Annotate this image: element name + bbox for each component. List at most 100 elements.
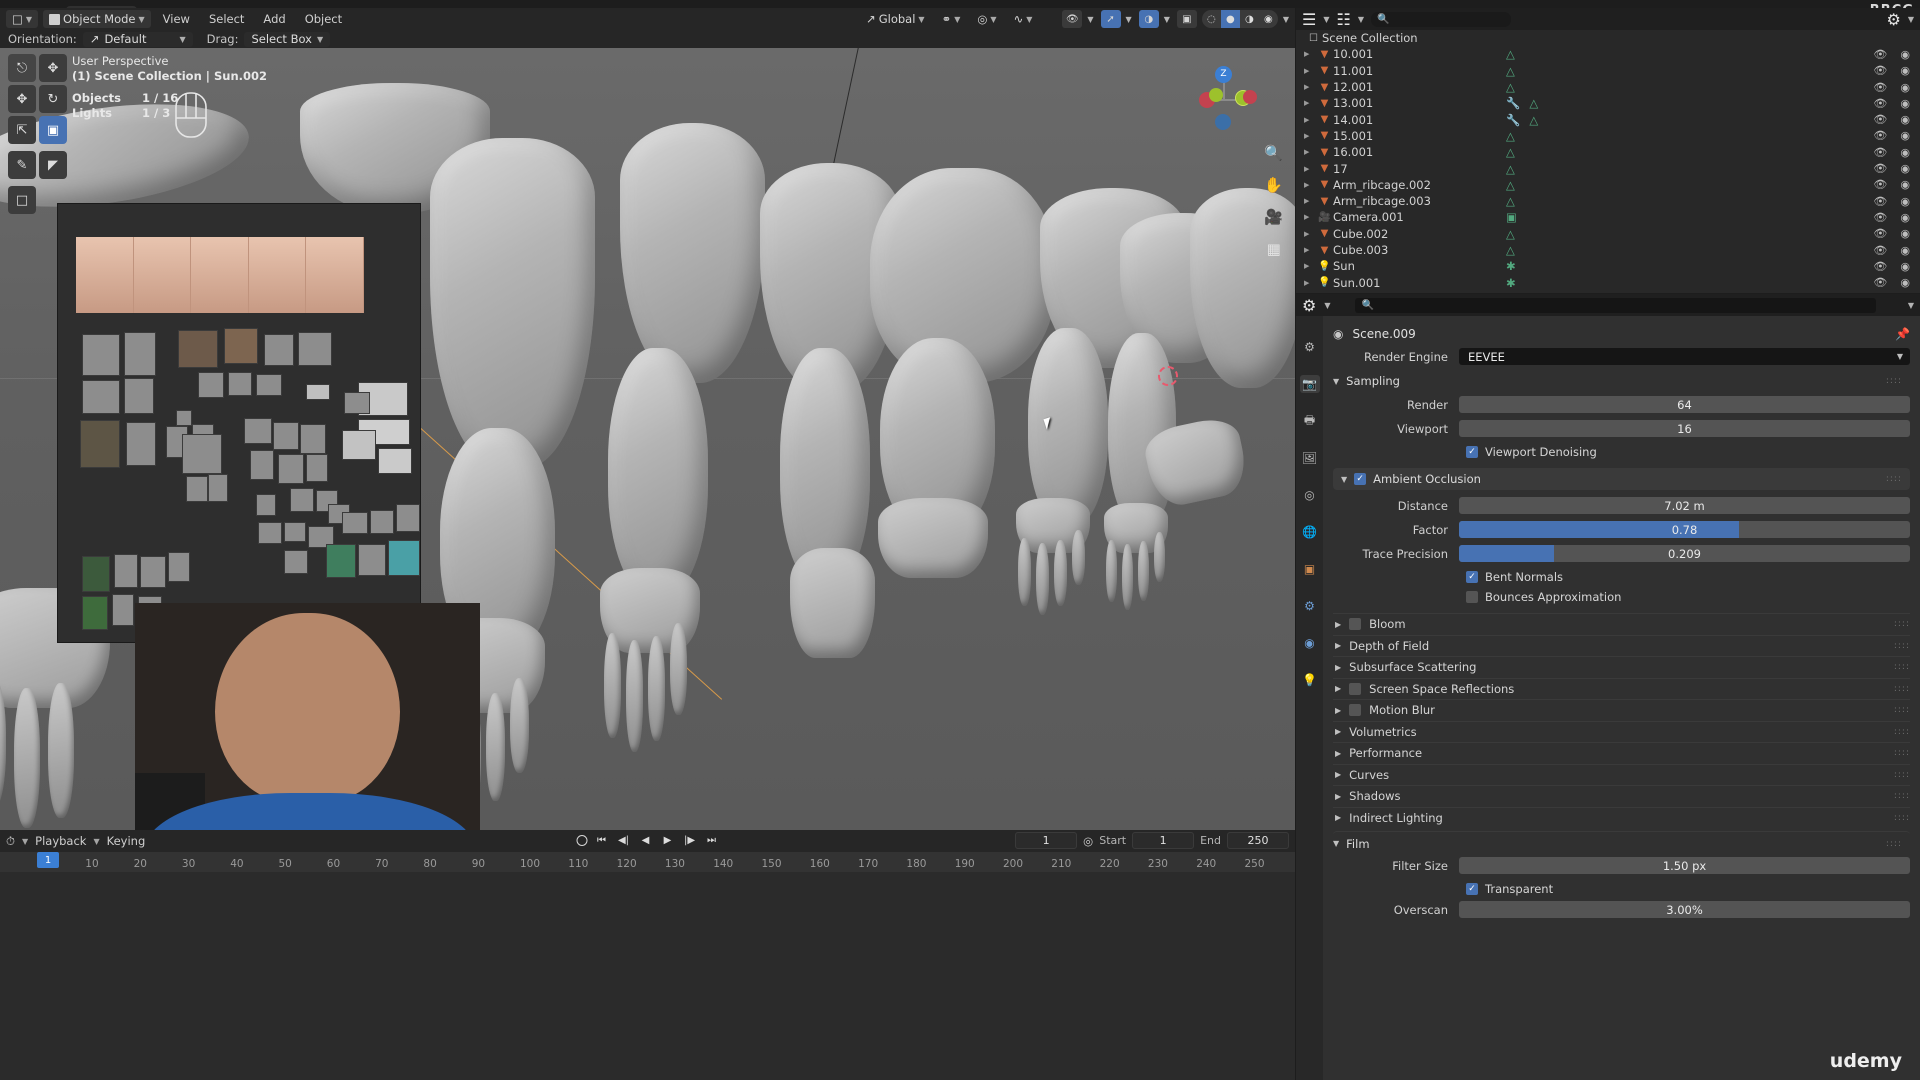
tool-measure[interactable]: ◤ [39,151,67,179]
current-frame-field[interactable]: 1 [1015,832,1078,849]
camera-render-icon[interactable]: ◉ [1900,162,1910,175]
mesh-data-icon[interactable]: △ [1506,47,1515,61]
expand-arrow-icon[interactable]: ▶ [1304,132,1317,140]
bounces-approximation-row[interactable]: Bounces Approximation [1333,587,1910,607]
gizmo-toggle[interactable]: ➚ [1100,10,1121,28]
bent-normals-row[interactable]: ✓ Bent Normals [1333,567,1910,587]
panel-performance[interactable]: ▶ Performance:::: [1333,742,1910,764]
outliner-item-13-001[interactable]: ▶ ▼ 13.001 🔧 △ 👁 ◉ [1296,95,1920,111]
camera-render-icon[interactable]: ◉ [1900,195,1910,208]
overlays-toggle[interactable]: ◑ [1138,10,1159,28]
object-mode-selector[interactable]: Object Mode ▼ [43,10,151,28]
navigation-gizmo[interactable]: Z [1191,66,1257,132]
camera-render-icon[interactable]: ◉ [1900,276,1910,289]
menu-select[interactable]: Select [202,12,251,26]
film-transparent-checkbox[interactable]: ✓ [1466,883,1478,895]
eye-icon[interactable]: 👁 [1873,129,1887,142]
panel-curves[interactable]: ▶ Curves:::: [1333,763,1910,786]
tab-render[interactable]: 📷 [1299,375,1320,393]
mesh-data-icon[interactable]: △ [1529,96,1538,110]
tool-scale[interactable]: ⇱ [8,116,36,144]
camera-render-icon[interactable]: ◉ [1900,97,1910,110]
ambient-occlusion-panel-header[interactable]: ▼ ✓ Ambient Occlusion :::: [1333,468,1910,490]
transform-orientation-selector[interactable]: ↗ Global ▼ [860,10,930,28]
expand-arrow-icon[interactable]: ▶ [1304,148,1317,156]
gizmo-axis-z[interactable]: Z [1215,66,1232,83]
jump-to-start-button[interactable]: ⏮ [594,832,609,849]
eye-icon[interactable]: 👁 [1873,162,1887,175]
eye-icon[interactable]: 👁 [1873,227,1887,240]
shading-solid[interactable]: ● [1220,10,1240,28]
expand-arrow-icon[interactable]: ▶ [1304,230,1317,238]
mesh-data-icon[interactable]: △ [1529,113,1538,127]
camera-render-icon[interactable]: ◉ [1900,81,1910,94]
eye-icon[interactable]: 👁 [1873,260,1887,273]
expand-arrow-icon[interactable]: ▶ [1304,83,1317,91]
expand-arrow-icon[interactable]: ▶ [1304,279,1317,287]
play-button[interactable]: ▶ [660,832,675,849]
end-frame-field[interactable]: 250 [1227,832,1289,849]
timeline-editor-icon[interactable]: ⏱ [6,834,15,849]
ao-trace-precision-slider[interactable]: 0.209 [1459,545,1910,562]
mesh-data-icon[interactable]: △ [1506,80,1515,94]
outliner-item-16-001[interactable]: ▶ ▼ 16.001 △ 👁 ◉ [1296,144,1920,160]
drag-dropdown[interactable]: Select Box ▼ [244,31,331,47]
ambient-occlusion-checkbox[interactable]: ✓ [1354,473,1367,485]
outliner-item-cube-002[interactable]: ▶ ▼ Cube.002 △ 👁 ◉ [1296,226,1920,242]
tab-view-layer[interactable]: 🖼 [1300,449,1320,467]
prev-keyframe-button[interactable]: ◀| [616,832,631,849]
mesh-data-icon[interactable]: △ [1506,194,1515,208]
keyframe-icon[interactable]: ◎ [1083,834,1093,848]
eye-icon[interactable]: 👁 [1873,48,1887,61]
pin-icon[interactable]: 📌 [1895,327,1910,341]
outliner-item-sun-001[interactable]: ▶ 💡 Sun.001 ✱ 👁 ◉ [1296,274,1920,290]
xray-toggle[interactable]: ▣ [1176,10,1197,28]
shading-wireframe[interactable]: ◌ [1202,10,1221,28]
film-transparent-row[interactable]: ✓ Transparent [1333,879,1910,899]
orientation-dropdown[interactable]: ↗ Default ▼ [82,31,193,47]
outliner-search-input[interactable]: 🔍 [1371,11,1511,27]
tool-add-cube[interactable]: □ [8,186,36,214]
3d-viewport[interactable]: User Perspective (1) Scene Collection | … [0,48,1295,830]
outliner-item-cube-003[interactable]: ▶ ▼ Cube.003 △ 👁 ◉ [1296,242,1920,258]
expand-arrow-icon[interactable]: ▶ [1304,197,1317,205]
camera-data-icon[interactable]: ▣ [1506,210,1517,224]
tool-annotate[interactable]: ✎ [8,151,36,179]
shading-rendered[interactable]: ◉ [1259,10,1278,28]
camera-render-icon[interactable]: ◉ [1900,227,1910,240]
ao-distance-field[interactable]: 7.02 m [1459,497,1910,514]
gizmo-axis-z-neg[interactable] [1215,114,1231,130]
outliner-item-arm_ribcage-002[interactable]: ▶ ▼ Arm_ribcage.002 △ 👁 ◉ [1296,177,1920,193]
play-reverse-button[interactable]: ◀ [638,832,653,849]
camera-render-icon[interactable]: ◉ [1900,211,1910,224]
viewport-denoising-row[interactable]: ✓ Viewport Denoising [1333,442,1910,462]
camera-render-icon[interactable]: ◉ [1900,146,1910,159]
eye-icon[interactable]: 👁 [1873,81,1887,94]
jump-to-end-button[interactable]: ⏭ [704,832,719,849]
film-panel-header[interactable]: ▼ Film :::: [1333,831,1910,853]
light-data-icon[interactable]: ✱ [1506,276,1516,290]
outliner-item-17[interactable]: ▶ ▼ 17 △ 👁 ◉ [1296,160,1920,176]
outliner-item-sun[interactable]: ▶ 💡 Sun ✱ 👁 ◉ [1296,258,1920,274]
expand-arrow-icon[interactable]: ▶ [1304,213,1317,221]
outliner-item-camera-001[interactable]: ▶ 🎥 Camera.001 ▣ 👁 ◉ [1296,209,1920,225]
pan-icon[interactable]: ✋ [1264,176,1283,194]
camera-render-icon[interactable]: ◉ [1900,129,1910,142]
modifier-icon[interactable]: 🔧 [1506,96,1520,110]
outliner-item-14-001[interactable]: ▶ ▼ 14.001 🔧 △ 👁 ◉ [1296,111,1920,127]
camera-render-icon[interactable]: ◉ [1900,244,1910,257]
mesh-data-icon[interactable]: △ [1506,243,1515,257]
panel-bloom[interactable]: ▶ Bloom:::: [1333,613,1910,635]
eye-icon[interactable]: 👁 [1873,195,1887,208]
mesh-data-icon[interactable]: △ [1506,64,1515,78]
eye-icon[interactable]: 👁 [1873,146,1887,159]
camera-render-icon[interactable]: ◉ [1900,48,1910,61]
modifier-icon[interactable]: 🔧 [1506,113,1520,127]
menu-object[interactable]: Object [298,12,349,26]
tool-move[interactable]: ✥ [8,85,36,113]
expand-arrow-icon[interactable]: ▶ [1304,181,1317,189]
tab-world[interactable]: 🌐 [1300,523,1320,541]
tool-cursor[interactable]: ✥ [39,54,67,82]
panel-screen-space-reflections[interactable]: ▶ Screen Space Reflections:::: [1333,677,1910,700]
mesh-data-icon[interactable]: △ [1506,129,1515,143]
